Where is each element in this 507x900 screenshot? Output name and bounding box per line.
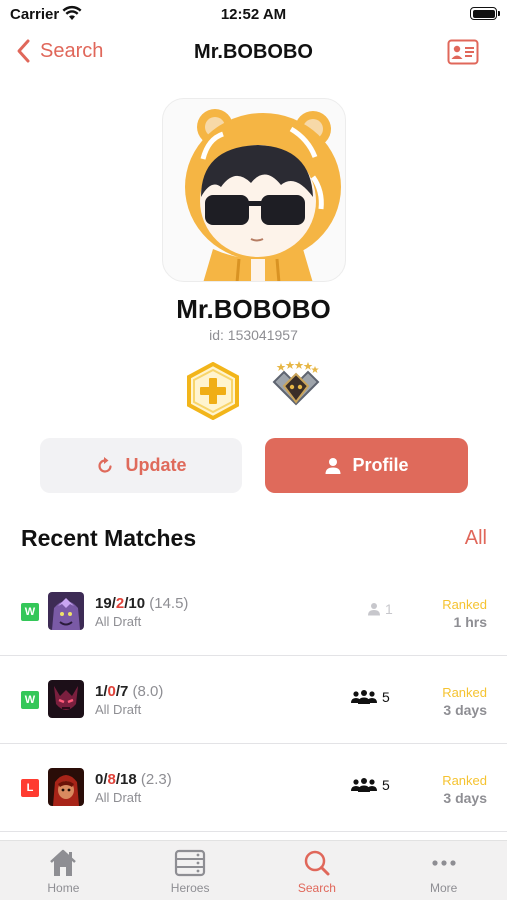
deaths: 0 <box>107 683 116 700</box>
kills: 1 <box>95 683 104 700</box>
match-row[interactable]: L 0/8/18 (2.3) All Draft 5 Ranked 3 days <box>0 744 507 832</box>
clock: 12:52 AM <box>220 6 287 23</box>
more-icon <box>432 860 456 866</box>
time-ago: 1 hrs <box>453 614 487 630</box>
party-group-icon <box>351 778 377 792</box>
deaths: 2 <box>115 595 125 612</box>
match-row[interactable]: W 1/0/7 (8.0) All Draft 5 Ranked 3 days <box>0 656 507 744</box>
person-icon <box>325 457 341 474</box>
result-badge: L <box>21 779 39 797</box>
shadow-demon-icon <box>48 680 84 718</box>
contact-card-icon[interactable] <box>447 39 479 65</box>
dota-plus-badge-icon <box>187 362 239 420</box>
time-ago: 3 days <box>443 790 487 806</box>
deaths: 8 <box>107 771 116 788</box>
game-mode: All Draft <box>95 790 142 805</box>
refresh-icon <box>98 456 113 473</box>
kda-ratio: (2.3) <box>140 771 172 788</box>
lobby-type: Ranked <box>442 773 487 788</box>
profile-button[interactable]: Profile <box>265 438 468 493</box>
recent-matches-title: Recent Matches <box>21 525 197 551</box>
assists: 7 <box>120 683 129 700</box>
game-mode: All Draft <box>95 614 142 629</box>
party-count: 5 <box>382 689 390 705</box>
faceless-void-icon <box>48 592 84 630</box>
all-matches-link[interactable]: All <box>465 527 487 550</box>
search-icon <box>304 850 330 876</box>
party-size: 1 <box>367 601 393 617</box>
navigation-bar: Search Mr.BOBOBO <box>0 30 507 76</box>
update-button[interactable]: Update <box>40 438 242 493</box>
party-count: 1 <box>385 601 393 617</box>
battery-icon <box>470 7 500 20</box>
kills: 0 <box>95 771 104 788</box>
avatar-illustration <box>185 109 341 281</box>
party-count: 5 <box>382 777 390 793</box>
kda-text: 19/2/10 (14.5) <box>95 595 189 612</box>
result-badge: W <box>21 691 39 709</box>
player-name: Mr.BOBOBO <box>176 294 331 324</box>
game-mode: All Draft <box>95 702 142 717</box>
tab-home[interactable]: Home <box>0 841 127 900</box>
solo-player-icon <box>368 603 380 616</box>
update-label: Update <box>125 455 187 475</box>
player-avatar <box>162 98 346 282</box>
result-badge: W <box>21 603 39 621</box>
assists: 10 <box>128 595 146 612</box>
player-id: id: 153041957 <box>209 327 298 343</box>
tab-more[interactable]: More <box>380 841 507 900</box>
kda-ratio: (8.0) <box>132 683 164 700</box>
lobby-type: Ranked <box>442 597 487 612</box>
party-size: 5 <box>350 777 390 793</box>
match-row[interactable]: W 19/2/10 (14.5) All Draft 1 Ranked 1 hr… <box>0 568 507 656</box>
time-ago: 3 days <box>443 702 487 718</box>
bloodseeker-icon <box>48 768 84 806</box>
tab-label: Home <box>47 881 80 895</box>
match-list: W 19/2/10 (14.5) All Draft 1 Ranked 1 hr… <box>0 568 507 832</box>
tab-label: Heroes <box>170 881 210 895</box>
heroes-icon <box>175 849 206 877</box>
page-title: Mr.BOBOBO <box>194 41 313 63</box>
status-bar: Carrier 12:52 AM <box>0 0 507 30</box>
tab-bar: Home Heroes Search More <box>0 840 507 900</box>
profile-label: Profile <box>352 455 409 475</box>
assists: 18 <box>120 771 137 788</box>
lobby-type: Ranked <box>442 685 487 700</box>
rank-medal-icon <box>272 361 320 406</box>
kda-text: 0/8/18 (2.3) <box>95 771 172 788</box>
tab-label: More <box>429 881 458 895</box>
tab-heroes[interactable]: Heroes <box>127 841 254 900</box>
tab-label: Search <box>297 881 336 895</box>
party-group-icon <box>351 690 377 704</box>
home-icon <box>50 849 77 876</box>
kda-text: 1/0/7 (8.0) <box>95 683 164 700</box>
kills: 19 <box>95 595 112 612</box>
kda-ratio: (14.5) <box>149 595 189 612</box>
party-size: 5 <box>350 689 390 705</box>
tab-search[interactable]: Search <box>254 841 381 900</box>
